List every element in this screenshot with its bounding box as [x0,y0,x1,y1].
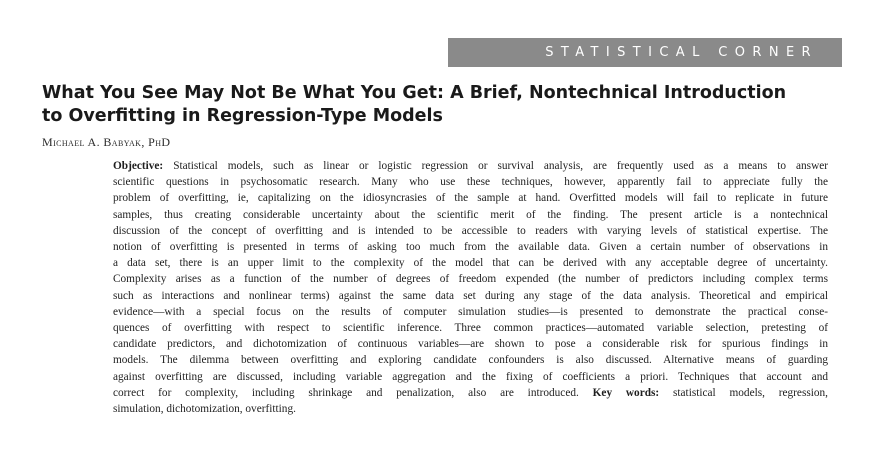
author-byline: Michael A. Babyak, PhD [42,135,171,149]
abstract-line: candidate predictors, and dichotomizatio… [113,338,828,351]
abstract-line: a data set, there is an upper limit to t… [113,257,828,270]
section-label: STATISTICAL CORNER [545,45,818,60]
title-line: What You See May Not Be What You Get: A … [42,83,787,103]
abstract-line: evidence—with a special focus on the res… [113,305,828,318]
objective-label: Objective: [113,160,164,172]
section-banner: STATISTICAL CORNER [448,38,842,67]
abstract-line: such as interactions and nonlinear terms… [113,289,828,302]
title-line: to Overfitting in Regression-Type Models [42,106,443,126]
abstract-line: simulation, dichotomization, overfitting… [113,403,296,416]
article-title: What You See May Not Be What You Get: A … [42,82,842,128]
abstract-line: against overfitting are discussed, inclu… [113,370,828,383]
abstract-line: correct for complexity, including shrink… [113,386,829,399]
abstract-line: samples, thus creating considerable unce… [113,208,828,221]
abstract-line: models. The dilemma between overfitting … [113,354,828,367]
abstract-line: scientific questions in psychosomatic re… [113,176,828,189]
abstract-line: problem of overfitting, ie, capitalizing… [113,192,828,205]
abstract-line: notion of overfitting is presented in te… [113,241,828,254]
abstract-line: quences of overfitting with respect to s… [113,322,828,335]
abstract-line: Complexity arises as a function of the n… [113,273,828,286]
abstract-line: Objective: Statistical models, such as l… [113,160,828,172]
keywords-label: Key words: [592,386,660,399]
abstract-line: discussion of the concept of overfitting… [113,224,828,237]
abstract: Objective: Statistical models, such as l… [113,158,828,417]
